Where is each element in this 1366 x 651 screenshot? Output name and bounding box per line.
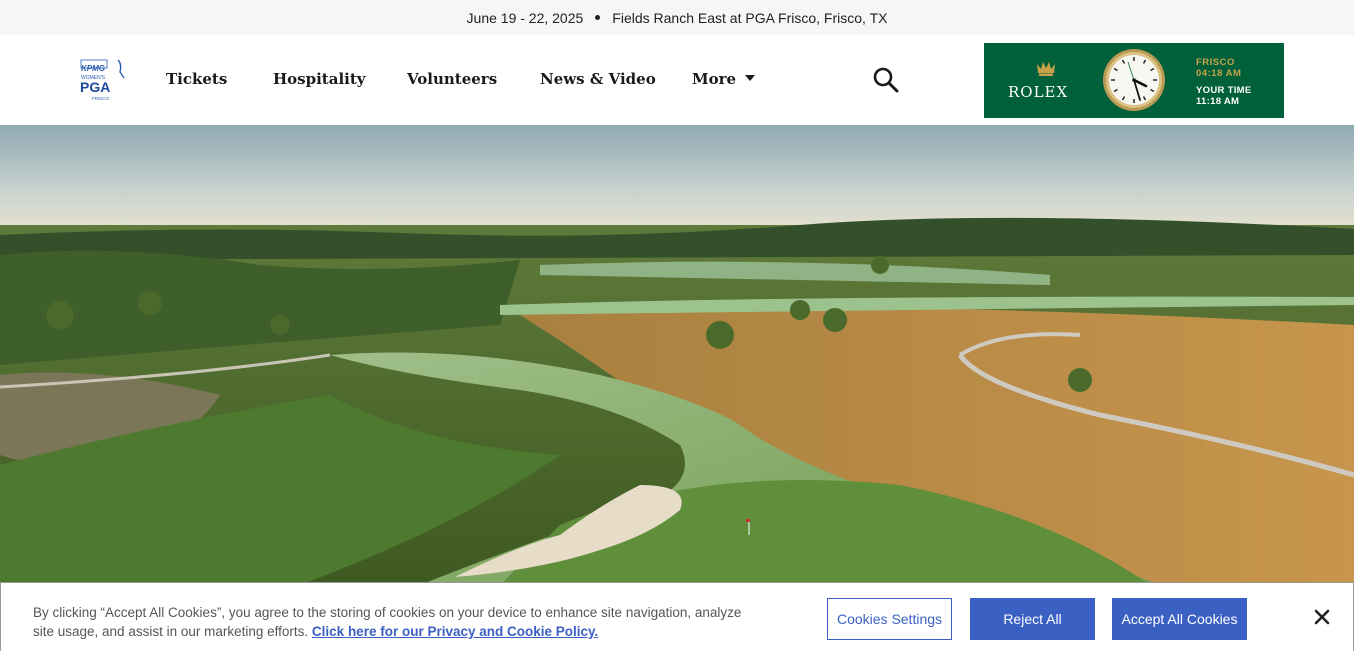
caret-down-icon xyxy=(745,75,756,81)
kpmg-womens-pga-logo[interactable]: KPMG WOMEN'S PGA FRISCO xyxy=(80,58,130,102)
event-dates: June 19 - 22, 2025 xyxy=(466,9,584,26)
nav-news-video[interactable]: News & Video xyxy=(540,70,656,88)
nav-more[interactable]: More xyxy=(692,70,756,88)
nav-volunteers[interactable]: Volunteers xyxy=(407,70,497,88)
rolex-crown-icon xyxy=(1037,62,1055,76)
frisco-time-block: FRISCO 04:18 AM xyxy=(1196,57,1241,79)
cookies-settings-button[interactable]: Cookies Settings xyxy=(827,598,952,640)
privacy-policy-link[interactable]: Click here for our Privacy and Cookie Po… xyxy=(312,624,598,639)
nav-tickets[interactable]: Tickets xyxy=(166,70,227,88)
event-venue: Fields Ranch East at PGA Frisco, Frisco,… xyxy=(612,9,888,26)
close-icon xyxy=(1314,609,1330,625)
cookie-message: By clicking “Accept All Cookies”, you ag… xyxy=(33,603,763,641)
search-button[interactable] xyxy=(872,66,900,94)
accept-all-cookies-button[interactable]: Accept All Cookies xyxy=(1112,598,1247,640)
frisco-label: FRISCO xyxy=(1196,57,1235,68)
cookie-consent-banner: By clicking “Accept All Cookies”, you ag… xyxy=(0,582,1354,651)
rolex-clock-widget[interactable]: ROLEX FRISCO 04:18 AM YOUR TIME 11:18 AM xyxy=(984,43,1284,118)
search-icon xyxy=(873,67,899,93)
logo-pga: PGA xyxy=(80,79,110,95)
nav-hospitality[interactable]: Hospitality xyxy=(273,70,366,88)
your-time-block: YOUR TIME 11:18 AM xyxy=(1196,85,1251,107)
logo-kpmg: KPMG xyxy=(81,64,105,73)
hero-course-image xyxy=(0,125,1354,585)
your-time-value: 11:18 AM xyxy=(1196,96,1240,107)
frisco-time: 04:18 AM xyxy=(1196,68,1242,79)
close-banner-button[interactable] xyxy=(1312,607,1332,627)
separator-dot xyxy=(595,15,601,20)
rolex-brand: ROLEX xyxy=(1008,83,1069,101)
logo-frisco: FRISCO xyxy=(92,96,110,101)
nav-more-label: More xyxy=(692,70,737,88)
event-info-bar: June 19 - 22, 2025 Fields Ranch East at … xyxy=(0,0,1354,35)
reject-all-button[interactable]: Reject All xyxy=(970,598,1095,640)
your-time-label: YOUR TIME xyxy=(1196,85,1252,96)
scrollbar[interactable] xyxy=(1354,0,1366,651)
clock-face-icon xyxy=(1103,49,1165,111)
